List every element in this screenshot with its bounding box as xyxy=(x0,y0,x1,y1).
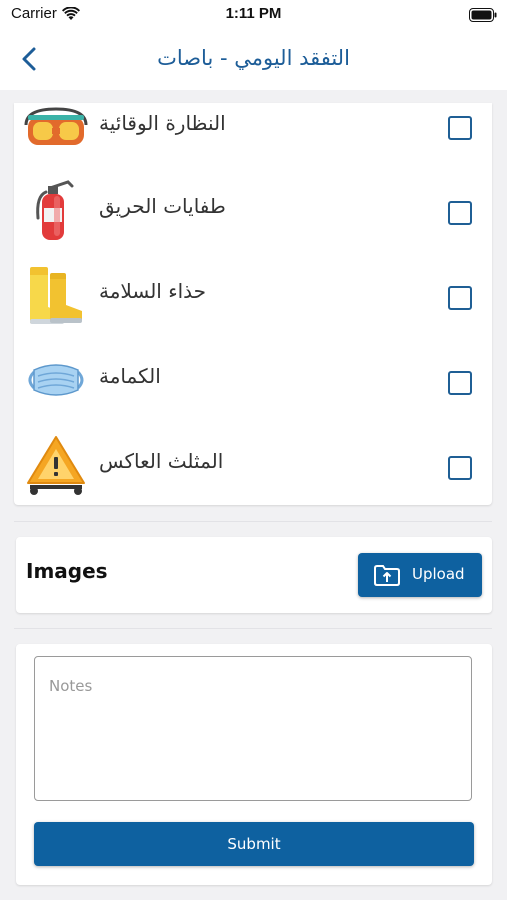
warning-triangle-icon xyxy=(24,433,88,497)
checklist-item: طفايات الحريق xyxy=(14,168,492,253)
battery-icon xyxy=(469,7,497,26)
page-title: التفقد اليومي - باصات xyxy=(157,46,350,70)
checklist-checkbox[interactable] xyxy=(448,116,472,140)
notes-input[interactable] xyxy=(34,656,472,801)
status-bar: Carrier 1:11 PM xyxy=(0,0,507,30)
section-divider xyxy=(14,521,492,522)
safety-goggles-icon xyxy=(24,95,88,159)
safety-boots-icon xyxy=(24,263,88,327)
checklist-checkbox[interactable] xyxy=(448,371,472,395)
checklist-item: الكمامة xyxy=(14,338,492,423)
checklist-checkbox[interactable] xyxy=(448,201,472,225)
checklist-item-label: الكمامة xyxy=(99,364,161,388)
checklist-checkbox[interactable] xyxy=(448,456,472,480)
checklist-item-label: النظارة الوقائية xyxy=(99,111,226,135)
checklist-card: النظارة الوقائية طفايات الحريق حذاء السل… xyxy=(14,103,492,505)
upload-button[interactable]: Upload xyxy=(358,553,482,597)
checklist-item: المثلث العاكس xyxy=(14,423,492,508)
checklist-item: حذاء السلامة xyxy=(14,253,492,338)
checklist-item-label: المثلث العاكس xyxy=(99,449,224,473)
navigation-bar: التفقد اليومي - باصات xyxy=(0,30,507,90)
submit-button[interactable]: Submit xyxy=(34,822,474,866)
status-time: 1:11 PM xyxy=(225,5,282,22)
checklist-item-label: حذاء السلامة xyxy=(99,279,207,303)
checklist-checkbox[interactable] xyxy=(448,286,472,310)
images-section-title: Images xyxy=(26,559,108,583)
upload-button-label: Upload xyxy=(412,565,465,583)
checklist-item-label: طفايات الحريق xyxy=(99,194,226,218)
face-mask-icon xyxy=(24,348,88,412)
chevron-left-icon xyxy=(22,47,36,71)
notes-card: Submit xyxy=(16,644,492,885)
section-divider xyxy=(14,628,492,629)
fire-extinguisher-icon xyxy=(24,178,88,242)
checklist-item: النظارة الوقائية xyxy=(14,83,492,168)
folder-upload-icon xyxy=(374,564,400,590)
images-card: Images Upload xyxy=(16,537,492,613)
back-button[interactable] xyxy=(12,42,46,76)
